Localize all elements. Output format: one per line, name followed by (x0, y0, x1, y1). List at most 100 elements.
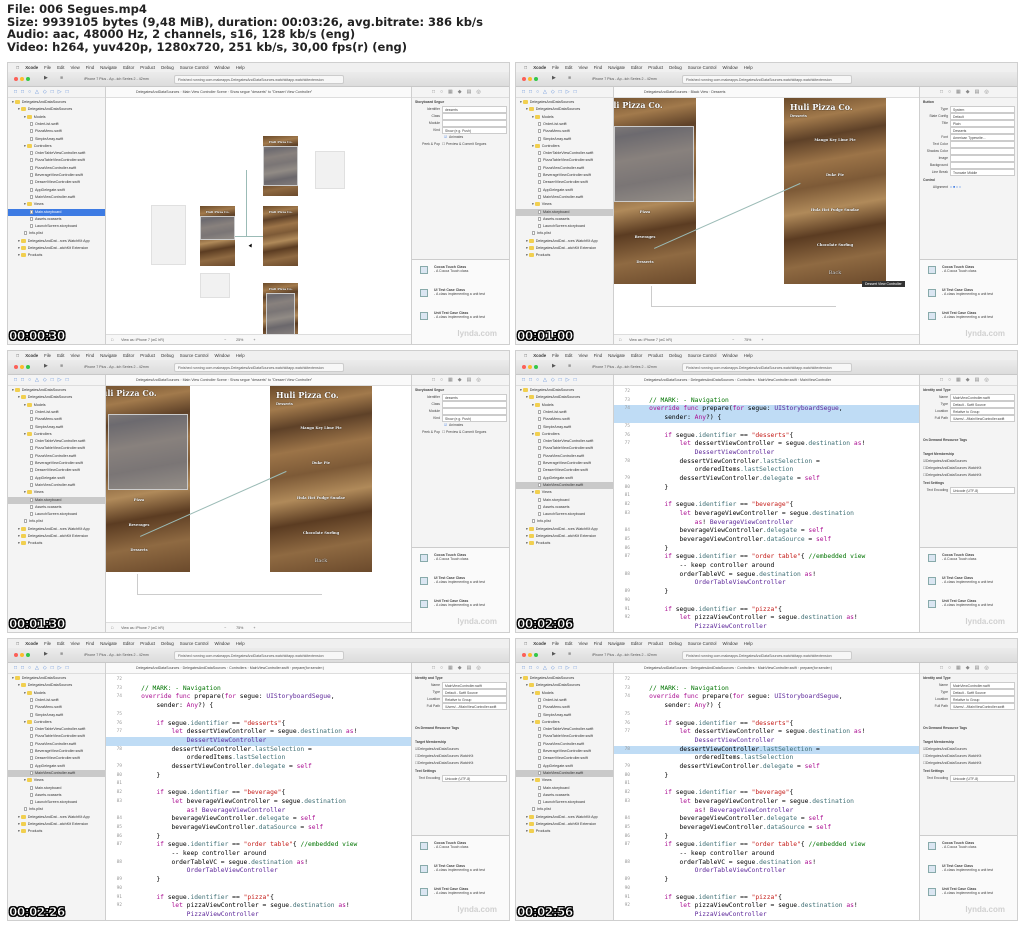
menu-item-source-control[interactable]: Source Control (688, 641, 717, 646)
navigator-item[interactable]: Info.plist (8, 518, 105, 525)
storyboard-canvas[interactable]: Huli Pizza Co. Huli Pizza Co. Huli Pizza C… (106, 98, 411, 334)
navigator-item[interactable]: PizzaMenu.swift (8, 704, 105, 711)
navigator-item[interactable]: PizzaTableViewController.swift (8, 733, 105, 740)
navigator-item[interactable]: SimpleArray.swift (8, 424, 105, 431)
navigator-item[interactable]: PizzaTableViewController.swift (516, 157, 613, 164)
navigator-item[interactable]: MainViewController.swift (8, 482, 105, 489)
minimize-window-button[interactable] (20, 653, 24, 657)
menu-button[interactable]: Chocolate Surfing (270, 531, 372, 535)
navigator-item[interactable]: AppDelegate.swift (516, 475, 613, 482)
navigator-item[interactable]: ▾ Views (8, 201, 105, 208)
navigator-tabs[interactable]: □□○△◇□▷□ (8, 375, 105, 386)
field-input[interactable]: /Users/.../MainViewController.swift (950, 415, 1015, 422)
menu-item-product[interactable]: Product (140, 641, 155, 646)
target-membership-item[interactable]: ☑ DelegatesAndDataSources (920, 458, 1017, 465)
navigator-tabs[interactable]: □□○△◇□▷□ (516, 87, 613, 98)
navigator-item[interactable]: ▾ DelegatesAndDat...rces WatchKit App (8, 238, 105, 245)
field-input[interactable]: MainViewController.swift (950, 394, 1015, 401)
navigator-item[interactable]: OrderList.swift (516, 409, 613, 416)
inspector-tabs[interactable]: □○▦◆▤◎ (920, 87, 1017, 98)
menu-item-navigate[interactable]: Navigate (608, 641, 625, 646)
library-item[interactable]: Cocoa Touch Class - A Cocoa Touch class (412, 548, 509, 571)
menu-item-find[interactable]: Find (86, 641, 94, 646)
dessert-view-controller-scene[interactable]: Huli Pizza Co. (263, 206, 298, 266)
navigator-item[interactable]: PizzaMenu.swift (516, 128, 613, 135)
navigator-item[interactable]: MainViewController.swift (8, 769, 105, 778)
navigator-item[interactable]: ▾ Products (516, 828, 613, 835)
navigator-item[interactable]: Assets.xcassets (8, 792, 105, 799)
navigator-item[interactable]: LaunchScreen.storyboard (516, 799, 613, 806)
zoom-window-button[interactable] (26, 653, 30, 657)
navigator-item[interactable]: DessertViewController.swift (8, 755, 105, 762)
jump-bar-item[interactable]: MainViewController (800, 378, 831, 382)
navigator-item[interactable]: Info.plist (516, 230, 613, 237)
navigator-item[interactable]: Info.plist (516, 806, 613, 813)
back-button[interactable]: Back (270, 558, 372, 564)
disclosure-triangle-icon[interactable]: ▾ (18, 815, 20, 819)
target-membership-item[interactable]: ☐ DelegatesAndDataSources WatchKit (412, 753, 509, 760)
library-item[interactable]: Cocoa Touch Class - A Cocoa Touch class (412, 260, 509, 283)
navigator-item[interactable]: ▾ Models (516, 114, 613, 121)
navigator-item[interactable]: Main.storyboard (516, 497, 613, 504)
embedded-table-container[interactable] (263, 146, 298, 186)
navigator-item[interactable]: ▾ Products (8, 540, 105, 547)
zoom-window-button[interactable] (534, 365, 538, 369)
minimize-window-button[interactable] (528, 653, 532, 657)
navigator-item[interactable]: ▾ DelegatesAndDataSources (8, 99, 105, 106)
menu-item-view[interactable]: View (578, 641, 587, 646)
stop-icon[interactable]: ■ (60, 75, 63, 81)
field-input[interactable]: Show (e.g. Push) (442, 415, 507, 422)
peek-pop-checkbox[interactable]: ☐ Preview & Commit Segues (442, 141, 486, 148)
navigator-item[interactable]: MainViewController.swift (516, 769, 613, 778)
library-item[interactable]: Unit Test Case Class - A class implementi… (920, 594, 1017, 617)
navigator-item[interactable]: ▾ DelegatesAndDat...atchKit Extension (516, 245, 613, 252)
navigator-item[interactable]: LaunchScreen.storyboard (8, 799, 105, 806)
close-window-button[interactable] (14, 653, 18, 657)
library-item[interactable]: Cocoa Touch Class - A Cocoa Touch class (920, 260, 1017, 283)
menu-item-find[interactable]: Find (594, 641, 602, 646)
field-input[interactable]: System (950, 106, 1015, 113)
toggle-document-outline-icon[interactable]: □ (111, 338, 113, 342)
navigator-item[interactable]: LaunchScreen.storyboard (8, 511, 105, 518)
zoom-window-button[interactable] (534, 77, 538, 81)
run-icon[interactable]: ▶ (44, 651, 48, 657)
field-input[interactable]: /Users/.../MainViewController.swift (442, 703, 507, 710)
disclosure-triangle-icon[interactable]: ▾ (18, 534, 20, 538)
menu-button[interactable]: Beverages (106, 523, 190, 527)
navigator-item[interactable]: OrderList.swift (8, 121, 105, 128)
toggle-document-outline-icon[interactable]: □ (111, 626, 113, 630)
navigator-item[interactable]: ▾ Products (8, 828, 105, 835)
navigator-item[interactable]: ▾ Controllers (516, 719, 613, 726)
menu-button[interactable]: Duke Pie (784, 173, 886, 177)
menu-item-editor[interactable]: Editor (631, 65, 642, 70)
menu-item-source-control[interactable]: Source Control (688, 65, 717, 70)
navigator-item[interactable]: Assets.xcassets (516, 216, 613, 223)
navigator-item[interactable]: SimpleArray.swift (8, 712, 105, 719)
disclosure-triangle-icon[interactable]: ▾ (526, 815, 528, 819)
menu-item-navigate[interactable]: Navigate (608, 353, 625, 358)
embedded-table-container[interactable] (614, 126, 694, 202)
run-icon[interactable]: ▶ (44, 75, 48, 81)
close-window-button[interactable] (14, 77, 18, 81)
menu-item-debug[interactable]: Debug (669, 65, 682, 70)
menu-item-navigate[interactable]: Navigate (608, 65, 625, 70)
disclosure-triangle-icon[interactable]: ▾ (532, 403, 534, 407)
menu-item-editor[interactable]: Editor (631, 641, 642, 646)
menu-item-help[interactable]: Help (744, 65, 753, 70)
navigator-item[interactable]: ▾ Products (516, 540, 613, 547)
menu-item-debug[interactable]: Debug (161, 65, 174, 70)
jump-bar-item[interactable]: Main View Controller Scene (183, 90, 227, 94)
disclosure-triangle-icon[interactable]: ▾ (532, 720, 534, 724)
navigator-item[interactable]: OrderList.swift (516, 697, 613, 704)
navigator-item[interactable]: ▾ DelegatesAndDat...atchKit Extension (8, 245, 105, 252)
text-encoding-select[interactable]: Unicode (UTF-8) (950, 775, 1015, 782)
navigator-item[interactable]: Info.plist (8, 806, 105, 813)
navigator-item[interactable]: ▾ Views (516, 201, 613, 208)
navigator-tabs[interactable]: □□○△◇□▷□ (516, 375, 613, 386)
menu-item-source-control[interactable]: Source Control (180, 353, 209, 358)
navigator-item[interactable]: ▾ DelegatesAndDataSources (516, 106, 613, 113)
navigator-item[interactable]: Info.plist (516, 518, 613, 525)
disclosure-triangle-icon[interactable]: ▾ (532, 144, 534, 148)
menu-item-view[interactable]: View (578, 65, 587, 70)
navigator-item[interactable]: ▾ Views (516, 489, 613, 496)
